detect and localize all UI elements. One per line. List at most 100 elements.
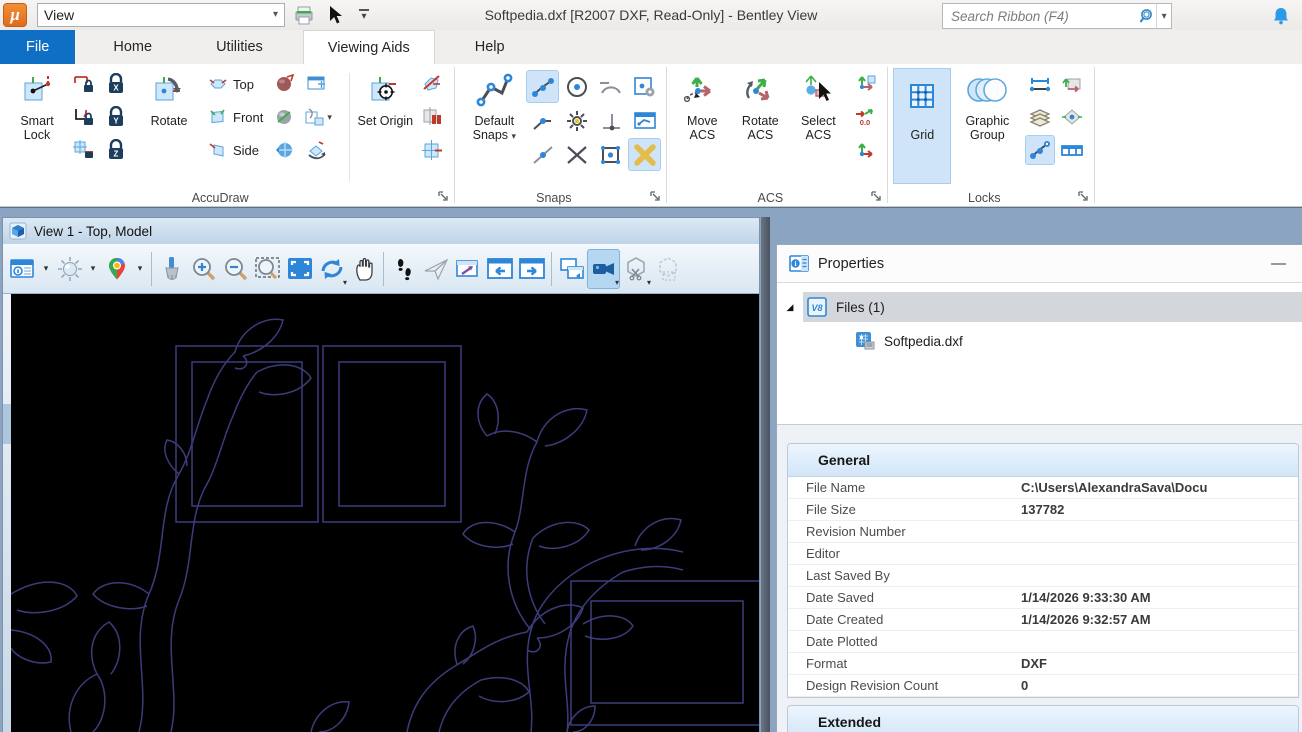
rotate-acs-sphere-button[interactable] — [271, 70, 299, 98]
view-group-selector[interactable]: View ▾ — [37, 3, 285, 27]
lock-z-button[interactable]: Z — [102, 136, 130, 164]
rotate-view-dropdown-icon[interactable]: ▾ — [343, 278, 347, 287]
walk-button[interactable] — [388, 250, 419, 288]
pan-view-button[interactable] — [348, 250, 379, 288]
update-view-button[interactable] — [156, 250, 187, 288]
snap-tangent-button[interactable] — [595, 71, 626, 102]
grid-lock-toggle[interactable]: Grid — [894, 69, 950, 183]
lock-angle-button[interactable] — [70, 103, 98, 131]
toggle-compass-button[interactable] — [418, 70, 446, 98]
acs-plane-lock-button[interactable] — [1058, 70, 1086, 98]
display-style-button[interactable] — [54, 250, 85, 288]
fit-view-button[interactable] — [284, 250, 315, 288]
search-dropdown-icon[interactable]: ▾ — [1157, 11, 1171, 22]
accudraw-front-button[interactable]: Front — [204, 103, 267, 131]
acs-triad-button[interactable] — [851, 136, 879, 164]
map-pin-button[interactable] — [101, 250, 132, 288]
lock-grid-button[interactable] — [418, 103, 446, 131]
accudraw-rotate-button[interactable]: Rotate — [138, 69, 200, 128]
snap-lock-button[interactable] — [1026, 136, 1054, 164]
property-row[interactable]: Date Created1/14/2026 9:32:57 AM — [788, 609, 1298, 631]
view-next-button[interactable] — [516, 250, 547, 288]
property-row[interactable]: File NameC:\Users\AlexandraSava\Docu — [788, 477, 1298, 499]
map-pin-dropdown-icon[interactable]: ▾ — [133, 250, 147, 288]
clip-volume-button[interactable]: ▾ — [620, 250, 651, 288]
property-row[interactable]: Editor — [788, 543, 1298, 565]
rotate-view-sphere-button[interactable] — [271, 103, 299, 131]
customize-quick-access-button[interactable]: ▾ — [355, 3, 373, 27]
view-rotation-dialog-button[interactable] — [303, 70, 331, 98]
tree-node-files-selected[interactable]: V8 Files (1) — [803, 292, 1302, 322]
view-window-titlebar[interactable]: View 1 - Top, Model — [3, 218, 759, 244]
accudraw-dialog-launcher[interactable] — [437, 190, 450, 203]
lock-index-button[interactable] — [70, 136, 98, 164]
ribbon-search[interactable]: ▾ — [942, 3, 1172, 29]
camera-dropdown-icon[interactable]: ▾ — [615, 278, 619, 287]
clip-volume-dropdown-icon[interactable]: ▾ — [647, 278, 651, 287]
camera-settings-button[interactable]: ▾ — [588, 250, 619, 288]
orbit-sphere-button[interactable] — [271, 136, 299, 164]
lock-x-button[interactable]: X — [102, 70, 130, 98]
property-row[interactable]: Date Saved1/14/2026 9:33:30 AM — [788, 587, 1298, 609]
copy-view-button[interactable] — [556, 250, 587, 288]
expander-icon[interactable]: ◢ — [777, 302, 803, 313]
rotate-acs-button[interactable]: Rotate ACS — [731, 69, 789, 142]
axis-lock-button[interactable] — [1026, 70, 1054, 98]
tab-help[interactable]: Help — [451, 30, 529, 64]
snaps-dialog-launcher[interactable] — [649, 190, 662, 203]
unrotate-acs-button[interactable]: ▾ — [303, 103, 343, 131]
snap-center-button[interactable] — [561, 71, 592, 102]
acs-dialog-launcher[interactable] — [870, 190, 883, 203]
accudraw-side-button[interactable]: Side — [204, 136, 267, 164]
smart-lock-button[interactable]: Smart Lock — [6, 69, 68, 142]
select-acs-button[interactable]: Select ACS — [789, 69, 847, 142]
graphic-group-lock-toggle[interactable]: Graphic Group — [950, 69, 1024, 142]
tab-file[interactable]: File — [0, 30, 75, 64]
move-acs-button[interactable]: Move ACS — [673, 69, 731, 142]
zoom-out-button[interactable] — [220, 250, 251, 288]
define-acs-button[interactable] — [851, 70, 879, 98]
properties-titlebar[interactable]: i Properties — — [777, 245, 1302, 283]
rotate-cycle-button[interactable] — [303, 136, 331, 164]
tree-node-file[interactable]: Softpedia.dxf — [777, 326, 1302, 356]
window-area-button[interactable] — [252, 250, 283, 288]
extended-section-header[interactable]: Extended — [788, 706, 1298, 732]
rotate-view-button[interactable]: ▾ — [316, 250, 347, 288]
snap-intersection-button[interactable] — [561, 139, 592, 170]
view-attributes-dropdown-icon[interactable]: ▾ — [39, 250, 53, 288]
set-origin-button[interactable]: Set Origin — [354, 69, 416, 128]
lock-y-button[interactable]: Y — [102, 103, 130, 131]
property-row[interactable]: File Size137782 — [788, 499, 1298, 521]
snap-popup-button[interactable] — [629, 105, 660, 136]
level-lock-button[interactable] — [1026, 103, 1054, 131]
view-previous-button[interactable] — [484, 250, 515, 288]
default-snaps-button[interactable]: Default Snaps ▾ — [461, 69, 527, 143]
locks-dialog-launcher[interactable] — [1077, 190, 1090, 203]
general-section-header[interactable]: General — [788, 444, 1298, 477]
tab-home[interactable]: Home — [89, 30, 176, 64]
snap-keypoint-button[interactable] — [527, 105, 558, 136]
annotation-scale-lock-button[interactable] — [1058, 103, 1086, 131]
search-icon[interactable] — [1138, 4, 1157, 28]
tab-viewing-aids[interactable]: Viewing Aids — [303, 30, 435, 64]
property-row[interactable]: FormatDXF — [788, 653, 1298, 675]
clip-mask-button[interactable] — [652, 250, 683, 288]
search-input[interactable] — [943, 9, 1138, 24]
fly-button[interactable] — [420, 250, 451, 288]
unit-lock-button[interactable] — [1058, 136, 1086, 164]
print-button[interactable] — [291, 3, 317, 27]
tree-node-files[interactable]: ◢ V8 Files (1) — [777, 292, 1302, 322]
panel-splitter[interactable] — [761, 217, 770, 732]
notifications-bell-icon[interactable] — [1268, 3, 1294, 29]
snap-nearest-button[interactable] — [527, 71, 558, 102]
canvas-left-scrollbar[interactable] — [3, 294, 11, 732]
snap-multisnap-button[interactable] — [561, 105, 592, 136]
accudraw-top-button[interactable]: Top — [204, 70, 267, 98]
property-row[interactable]: Date Plotted — [788, 631, 1298, 653]
tab-utilities[interactable]: Utilities — [192, 30, 287, 64]
lock-distance-button[interactable] — [70, 70, 98, 98]
app-logo-icon[interactable]: µ — [3, 3, 27, 27]
element-selection-cursor-button[interactable] — [323, 3, 349, 27]
property-row[interactable]: Last Saved By — [788, 565, 1298, 587]
display-style-dropdown-icon[interactable]: ▾ — [86, 250, 100, 288]
